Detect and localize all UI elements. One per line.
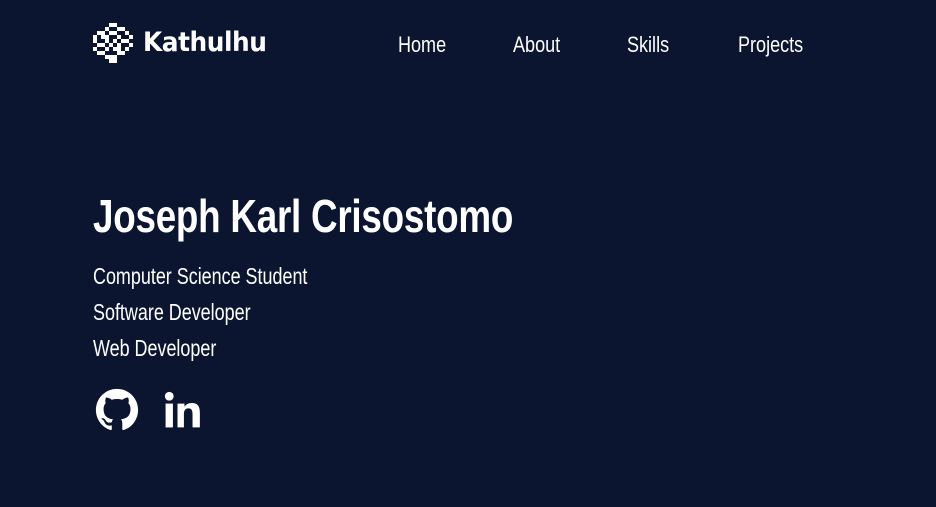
github-link[interactable] — [95, 388, 139, 432]
brand-name: Kathulhu — [143, 27, 267, 58]
social-links — [95, 388, 205, 432]
role-item: Software Developer — [93, 299, 251, 325]
nav-link-skills[interactable]: Skills — [627, 28, 669, 62]
role-item: Web Developer — [93, 335, 217, 361]
hero-section: Joseph Karl Crisostomo Computer Science … — [93, 186, 618, 366]
pixel-diamond-logo-icon — [93, 23, 133, 63]
linkedin-link[interactable] — [161, 388, 205, 432]
role-list: Computer Science Student Software Develo… — [93, 258, 618, 366]
nav-link-projects[interactable]: Projects — [738, 28, 803, 62]
nav-link-about[interactable]: About — [513, 28, 560, 62]
role-item: Computer Science Student — [93, 263, 308, 289]
hero-name: Joseph Karl Crisostomo — [93, 190, 514, 242]
brand-home-link[interactable]: Kathulhu — [93, 22, 277, 64]
nav-link-home[interactable]: Home — [398, 28, 446, 62]
site-header: Kathulhu Home About Skills Projects — [0, 0, 936, 90]
page: Kathulhu Home About Skills Projects Jose… — [0, 0, 936, 507]
github-icon — [95, 388, 139, 431]
linkedin-icon — [164, 391, 200, 428]
